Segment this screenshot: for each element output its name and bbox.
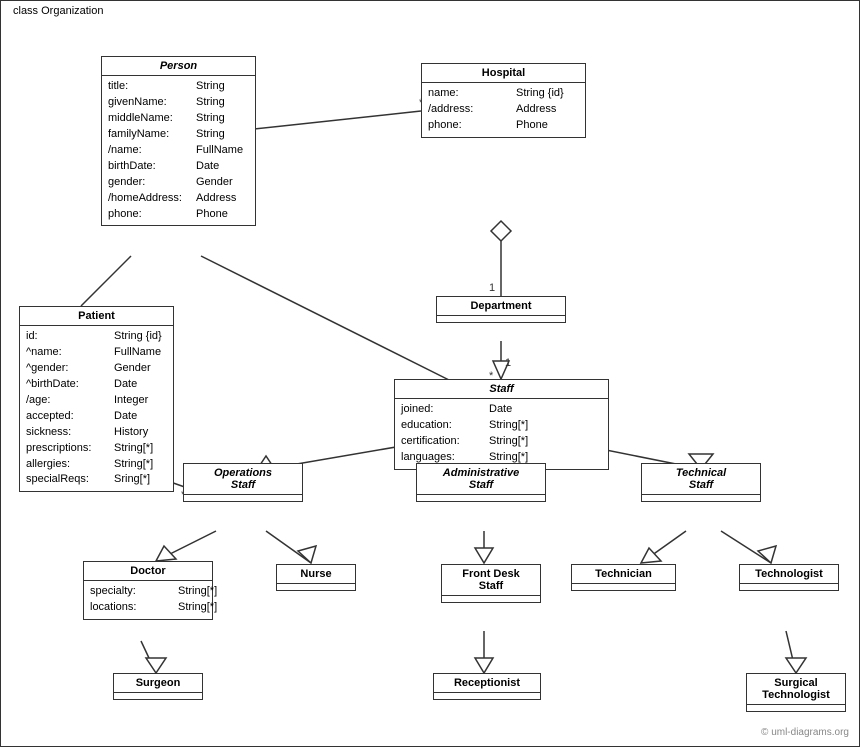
department-class: Department <box>436 296 566 323</box>
hospital-class: Hospital name:String {id} /address:Addre… <box>421 63 586 138</box>
technician-body <box>572 584 675 590</box>
operations-staff-header: OperationsStaff <box>184 464 302 495</box>
technologist-body <box>740 584 838 590</box>
receptionist-class: Receptionist <box>433 673 541 700</box>
technical-staff-body <box>642 495 760 501</box>
surgeon-header: Surgeon <box>114 674 202 693</box>
technician-class: Technician <box>571 564 676 591</box>
staff-body: joined:Date education:String[*] certific… <box>395 399 608 469</box>
person-header: Person <box>102 57 255 76</box>
patient-class: Patient id:String {id} ^name:FullName ^g… <box>19 306 174 492</box>
surgical-technologist-class: SurgicalTechnologist <box>746 673 846 712</box>
front-desk-staff-class: Front DeskStaff <box>441 564 541 603</box>
doctor-body: specialty:String[*] locations:String[*] <box>84 581 212 619</box>
technical-staff-class: TechnicalStaff <box>641 463 761 502</box>
svg-text:1: 1 <box>505 357 511 369</box>
technical-staff-header: TechnicalStaff <box>642 464 760 495</box>
operations-staff-class: OperationsStaff <box>183 463 303 502</box>
patient-header: Patient <box>20 307 173 326</box>
doctor-class: Doctor specialty:String[*] locations:Str… <box>83 561 213 620</box>
staff-header: Staff <box>395 380 608 399</box>
receptionist-header: Receptionist <box>434 674 540 693</box>
surgeon-class: Surgeon <box>113 673 203 700</box>
hospital-header: Hospital <box>422 64 585 83</box>
administrative-staff-body <box>417 495 545 501</box>
person-class: Person title:String givenName:String mid… <box>101 56 256 226</box>
administrative-staff-header: AdministrativeStaff <box>417 464 545 495</box>
technologist-header: Technologist <box>740 565 838 584</box>
svg-text:1: 1 <box>489 282 495 294</box>
nurse-header: Nurse <box>277 565 355 584</box>
front-desk-staff-body <box>442 596 540 602</box>
technologist-class: Technologist <box>739 564 839 591</box>
diagram-title: class Organization <box>9 5 108 17</box>
department-header: Department <box>437 297 565 316</box>
front-desk-staff-header: Front DeskStaff <box>442 565 540 596</box>
nurse-body <box>277 584 355 590</box>
patient-body: id:String {id} ^name:FullName ^gender:Ge… <box>20 326 173 491</box>
person-body: title:String givenName:String middleName… <box>102 76 255 225</box>
technician-header: Technician <box>572 565 675 584</box>
department-body <box>437 316 565 322</box>
receptionist-body <box>434 693 540 699</box>
operations-staff-body <box>184 495 302 501</box>
staff-class: Staff joined:Date education:String[*] ce… <box>394 379 609 470</box>
surgeon-body <box>114 693 202 699</box>
hospital-body: name:String {id} /address:Address phone:… <box>422 83 585 137</box>
watermark: © uml-diagrams.org <box>761 727 849 738</box>
surgical-technologist-body <box>747 705 845 711</box>
surgical-technologist-header: SurgicalTechnologist <box>747 674 845 705</box>
uml-diagram: class Organization <box>0 0 860 747</box>
administrative-staff-class: AdministrativeStaff <box>416 463 546 502</box>
nurse-class: Nurse <box>276 564 356 591</box>
doctor-header: Doctor <box>84 562 212 581</box>
